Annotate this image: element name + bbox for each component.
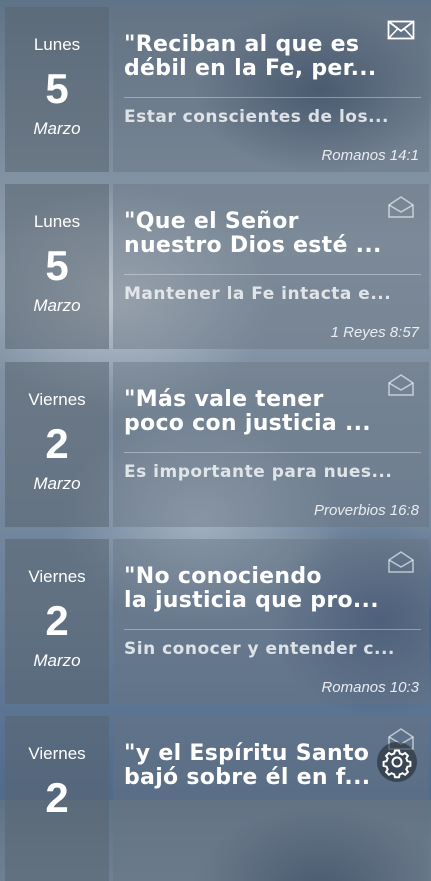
list-item[interactable]: Lunes 5 Marzo "Reciban al que es débil e… xyxy=(5,7,429,172)
message-content: "No conociendo la justicia que pro... Si… xyxy=(113,539,429,704)
weekday-label: Viernes xyxy=(28,390,86,409)
divider xyxy=(124,274,421,275)
list-item[interactable]: Viernes 2 Marzo "Más vale tener poco con… xyxy=(5,362,429,527)
weekday-label: Viernes xyxy=(28,567,86,586)
verse-quote: "Más vale tener poco con justicia ... xyxy=(124,387,371,436)
divider xyxy=(124,629,421,630)
verse-description: Estar conscientes de los... xyxy=(124,107,389,127)
verse-quote: "Reciban al que es débil en la Fe, per..… xyxy=(124,32,377,81)
verse-reference: 1 Reyes 8:57 xyxy=(330,324,419,341)
list-item[interactable]: Viernes 2 Marzo "No conociendo la justic… xyxy=(5,539,429,704)
verse-reference: Romanos 14:1 xyxy=(321,147,419,164)
verse-reference: Romanos 10:3 xyxy=(321,679,419,696)
month-label: Marzo xyxy=(33,651,81,670)
message-list: Lunes 5 Marzo "Reciban al que es débil e… xyxy=(0,0,431,881)
weekday-label: Lunes xyxy=(33,212,81,231)
message-content: "Que el Señor nuestro Dios esté ... Mant… xyxy=(113,184,429,349)
verse-quote: "Que el Señor nuestro Dios esté ... xyxy=(124,209,382,258)
message-content: "y el Espíritu Santo bajó sobre él en f.… xyxy=(113,716,429,881)
weekday-label: Viernes xyxy=(28,744,86,763)
date-panel: Lunes 5 Marzo xyxy=(5,7,109,172)
weekday-label: Lunes xyxy=(33,35,81,54)
day-number: 2 xyxy=(45,774,69,821)
date-panel: Lunes 5 Marzo xyxy=(5,184,109,349)
month-label: Marzo xyxy=(33,296,81,315)
date-panel: Viernes 2 xyxy=(5,716,109,881)
settings-button[interactable] xyxy=(377,742,417,782)
gear-icon xyxy=(382,749,412,779)
divider xyxy=(124,452,421,453)
date-panel: Viernes 2 Marzo xyxy=(5,362,109,527)
day-number: 5 xyxy=(45,65,69,112)
list-item[interactable]: Viernes 2 "y el Espíritu Santo bajó sobr… xyxy=(5,716,429,881)
verse-quote: "y el Espíritu Santo bajó sobre él en f.… xyxy=(124,741,371,790)
verse-reference: Proverbios 16:8 xyxy=(313,502,419,519)
day-number: 2 xyxy=(45,597,69,644)
month-label: Marzo xyxy=(33,474,81,493)
month-label: Marzo xyxy=(33,119,81,138)
divider xyxy=(124,97,421,98)
message-content: "Reciban al que es débil en la Fe, per..… xyxy=(113,7,429,172)
message-content: "Más vale tener poco con justicia ... Es… xyxy=(113,362,429,527)
verse-quote: "No conociendo la justicia que pro... xyxy=(124,564,379,613)
day-number: 2 xyxy=(45,420,69,467)
verse-description: Mantener la Fe intacta e... xyxy=(124,284,392,304)
list-item[interactable]: Lunes 5 Marzo "Que el Señor nuestro Dios… xyxy=(5,184,429,349)
date-panel: Viernes 2 Marzo xyxy=(5,539,109,704)
verse-description: Sin conocer y entender c... xyxy=(124,639,395,659)
day-number: 5 xyxy=(45,242,69,289)
verse-description: Es importante para nues... xyxy=(124,462,393,482)
